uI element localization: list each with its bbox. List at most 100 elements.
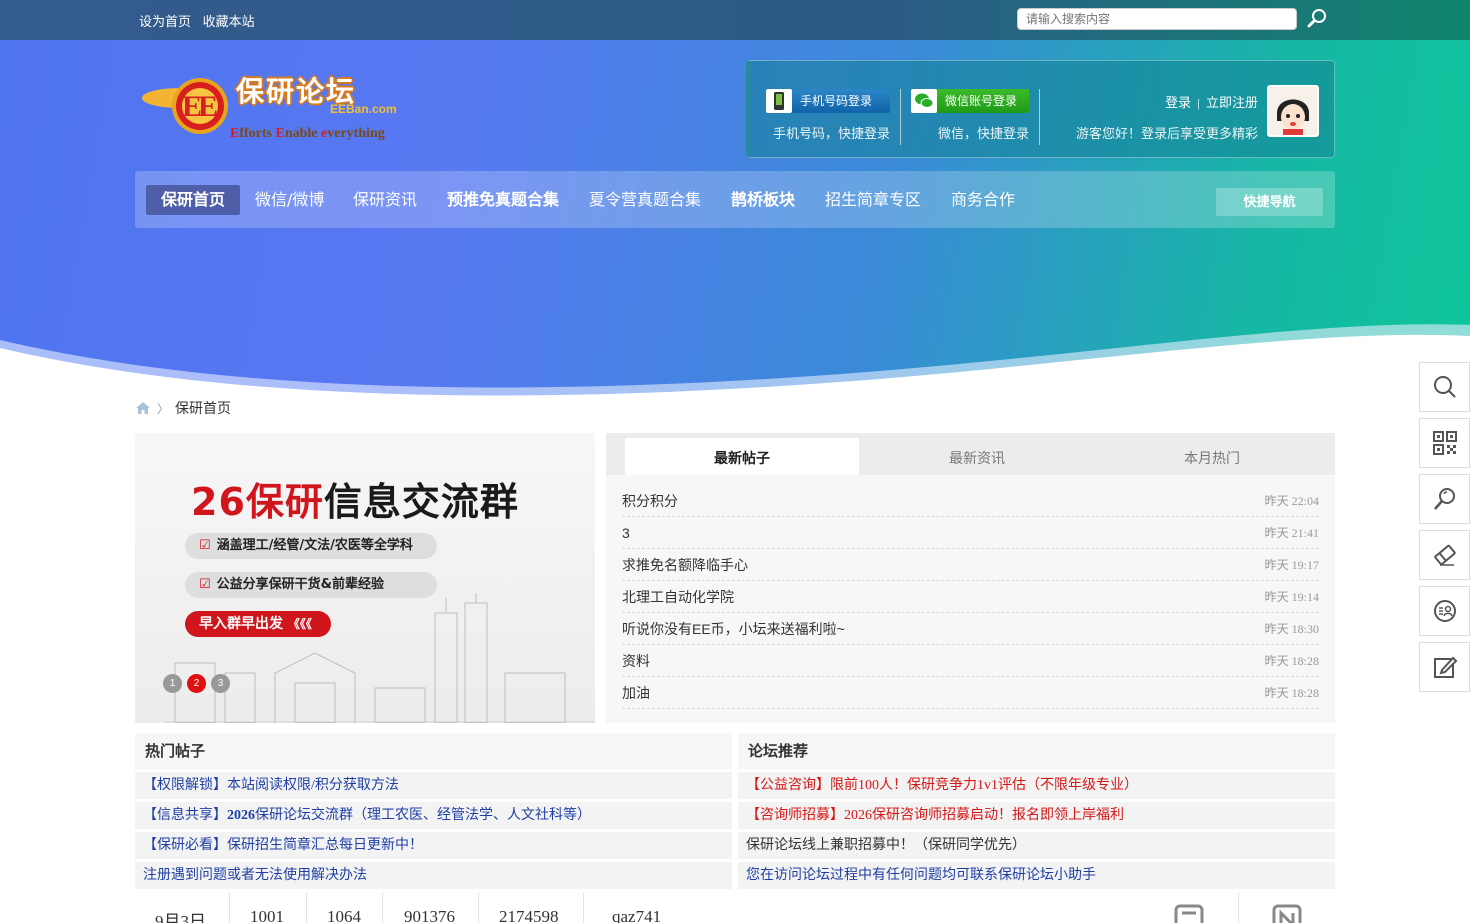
nav-news[interactable]: 保研资讯 bbox=[353, 185, 417, 215]
top-links: 设为首页 收藏本站 bbox=[139, 11, 263, 30]
nav-summer-camp[interactable]: 夏令营真题合集 bbox=[589, 185, 701, 215]
list-item[interactable]: 听说你没有EE币，小坛来送福利啦~ 昨天 18:30 bbox=[622, 613, 1319, 645]
search-input[interactable] bbox=[1018, 9, 1296, 29]
svg-text:E: E bbox=[198, 90, 218, 123]
home-icon[interactable] bbox=[135, 401, 151, 415]
slide-dots: 123 bbox=[163, 673, 235, 693]
list-item[interactable]: 3 昨天 21:41 bbox=[622, 517, 1319, 549]
float-search-button[interactable] bbox=[1419, 362, 1470, 412]
recommend-heading: 论坛推荐 bbox=[738, 733, 1335, 769]
breadcrumb-current[interactable]: 保研首页 bbox=[175, 400, 231, 416]
banner-point: ☑ 公益分享保研干货&前辈经验 bbox=[185, 572, 437, 598]
stat-topics: 901376 bbox=[404, 907, 455, 923]
tab-latest-posts[interactable]: 最新帖子 bbox=[625, 438, 859, 475]
wechat-login-hint: 微信，快捷登录 bbox=[938, 126, 1030, 141]
hot-post-item[interactable]: 【权限解锁】本站阅读权限/积分获取方法 bbox=[135, 772, 732, 799]
quick-nav-button[interactable]: 快捷导航 bbox=[1216, 188, 1323, 216]
login-divider bbox=[1039, 89, 1040, 145]
banner-title: 26保研信息交流群 bbox=[191, 480, 519, 524]
user-list-icon bbox=[1433, 600, 1456, 622]
phone-login-button[interactable]: 手机号码登录 bbox=[766, 89, 890, 113]
list-item[interactable]: 资料 昨天 18:28 bbox=[622, 645, 1319, 677]
banner-cta-button[interactable]: 早入群早出发 《《《 bbox=[185, 611, 331, 637]
logo-slogan: Efforts Enable everything bbox=[230, 126, 385, 141]
nav-business[interactable]: 商务合作 bbox=[951, 185, 1015, 215]
list-item[interactable]: 北理工自动化学院 昨天 19:14 bbox=[622, 581, 1319, 613]
guest-welcome: 游客您好！登录后享受更多精彩 bbox=[1075, 126, 1258, 141]
stat-newest-member[interactable]: qaz741 bbox=[612, 907, 661, 923]
search-icon[interactable] bbox=[1306, 7, 1328, 29]
phone-login-label: 手机号码登录 bbox=[800, 94, 873, 108]
document-icon[interactable] bbox=[1173, 903, 1205, 923]
check-icon: ☑ bbox=[199, 538, 211, 553]
float-find-button[interactable] bbox=[1419, 474, 1470, 524]
list-item[interactable]: 求推免名额降临手心 昨天 19:17 bbox=[622, 549, 1319, 581]
set-home-link[interactable]: 设为首页 bbox=[139, 14, 191, 29]
float-clear-button[interactable] bbox=[1419, 530, 1470, 580]
avatar[interactable] bbox=[1267, 85, 1319, 137]
stat-total-posts: 2174598 bbox=[499, 907, 559, 923]
promo-banner[interactable]: 26保研信息交流群 ☑ 涵盖理工/经管/文法/农医等全学科 ☑ 公益分享保研干货&前… bbox=[135, 433, 595, 723]
hot-post-item[interactable]: 【信息共享】2026保研论坛交流群（理工农医、经管法学、人文社科等） bbox=[135, 802, 732, 829]
hot-post-item[interactable]: 注册遇到问题或者无法使用解决办法 bbox=[135, 862, 732, 889]
check-icon: ☑ bbox=[199, 577, 211, 592]
search-box bbox=[1017, 8, 1297, 30]
tab-latest-news[interactable]: 最新资讯 bbox=[860, 438, 1094, 475]
banner-point: ☑ 涵盖理工/经管/文法/农医等全学科 bbox=[185, 533, 437, 559]
new-icon[interactable] bbox=[1271, 903, 1303, 923]
hot-post-item[interactable]: 【保研必看】保研招生简章汇总每日更新中！ bbox=[135, 832, 732, 859]
float-post-button[interactable] bbox=[1419, 642, 1470, 692]
breadcrumb: 〉保研首页 bbox=[135, 398, 231, 418]
list-item[interactable]: 积分积分 昨天 22:04 bbox=[622, 485, 1319, 517]
wechat-icon bbox=[911, 89, 937, 113]
nav-home[interactable]: 保研首页 bbox=[146, 185, 241, 215]
recommend-item[interactable]: 保研论坛线上兼职招募中！（保研同学优先） bbox=[738, 832, 1335, 859]
slide-dot-active[interactable]: 2 bbox=[187, 674, 206, 693]
stat-yesterday-posts: 1064 bbox=[327, 907, 361, 923]
arrows-icon: 《《《 bbox=[287, 617, 312, 631]
login-link[interactable]: 登录 bbox=[1165, 95, 1191, 110]
phone-icon bbox=[766, 89, 792, 113]
float-user-button[interactable] bbox=[1419, 586, 1470, 636]
hot-posts-heading: 热门帖子 bbox=[135, 733, 732, 769]
tab-monthly-hot[interactable]: 本月热门 bbox=[1095, 438, 1329, 475]
latest-post-list: 积分积分 昨天 22:04 3 昨天 21:41 求推免名额降临手心 昨天 19:17… bbox=[622, 485, 1319, 709]
account-links: 登录 | 立即注册 bbox=[1165, 95, 1258, 110]
phone-login-hint: 手机号码，快捷登录 bbox=[773, 126, 891, 141]
qrcode-icon bbox=[1432, 431, 1457, 455]
site-logo[interactable]: E E 保研论坛 EEBan.com Efforts Enable everyt… bbox=[140, 70, 410, 150]
wechat-login-button[interactable]: 微信账号登录 bbox=[911, 89, 1029, 113]
logo-domain: EEBan.com bbox=[330, 102, 397, 116]
right-float-toolbar bbox=[1419, 362, 1470, 698]
nav-wechat-weibo[interactable]: 微信/微博 bbox=[255, 185, 324, 215]
hot-posts-section: 热门帖子 【权限解锁】本站阅读权限/积分获取方法 【信息共享】2026保研论坛交… bbox=[135, 733, 732, 889]
header-wave bbox=[0, 324, 1470, 400]
forum-recommend-section: 论坛推荐 【公益咨询】限前100人！保研竞争力1v1评估（不限年级专业） 【咨询… bbox=[738, 733, 1335, 889]
list-item[interactable]: 加油 昨天 18:28 bbox=[622, 677, 1319, 709]
nav-magpie[interactable]: 鹊桥板块 bbox=[731, 185, 795, 215]
recommend-item[interactable]: 您在访问论坛过程中有任何问题均可联系保研论坛小助手 bbox=[738, 862, 1335, 889]
stat-today-posts: 1001 bbox=[250, 907, 284, 923]
nav-pre-recommend[interactable]: 预推免真题合集 bbox=[447, 185, 559, 215]
forum-stats: 9月3日 1001 1064 901376 2174598 qaz741 bbox=[135, 893, 1335, 923]
top-bar: 设为首页 收藏本站 bbox=[0, 0, 1470, 40]
tab-bar: 最新帖子 最新资讯 本月热门 bbox=[606, 433, 1335, 475]
bookmark-link[interactable]: 收藏本站 bbox=[203, 14, 255, 29]
breadcrumb-separator: 〉 bbox=[157, 402, 170, 416]
recommend-item[interactable]: 【公益咨询】限前100人！保研竞争力1v1评估（不限年级专业） bbox=[738, 772, 1335, 799]
wechat-login-label: 微信账号登录 bbox=[945, 94, 1018, 108]
stat-date: 9月3日 bbox=[155, 912, 206, 923]
main-nav: 保研首页 微信/微博 保研资讯 预推免真题合集 夏令营真题合集 鹊桥板块 招生简… bbox=[135, 171, 1335, 228]
float-qrcode-button[interactable] bbox=[1419, 418, 1470, 468]
eraser-icon bbox=[1433, 544, 1456, 566]
edit-icon bbox=[1433, 656, 1457, 678]
slide-dot[interactable]: 3 bbox=[211, 674, 230, 693]
magnifier-icon bbox=[1433, 488, 1455, 510]
register-link[interactable]: 立即注册 bbox=[1206, 95, 1258, 110]
login-panel: 手机号码登录 手机号码，快捷登录 微信账号登录 微信，快捷登录 登录 | 立即注册 … bbox=[746, 60, 1335, 158]
search-icon bbox=[1433, 376, 1456, 398]
recommend-item[interactable]: 【咨询师招募】2026保研咨询师招募启动！报名即领上岸福利 bbox=[738, 802, 1335, 829]
slide-dot[interactable]: 1 bbox=[163, 674, 182, 693]
nav-admission[interactable]: 招生简章专区 bbox=[825, 185, 921, 215]
posts-tab-panel: 最新帖子 最新资讯 本月热门 积分积分 昨天 22:04 3 昨天 21:41 求推… bbox=[606, 433, 1335, 723]
